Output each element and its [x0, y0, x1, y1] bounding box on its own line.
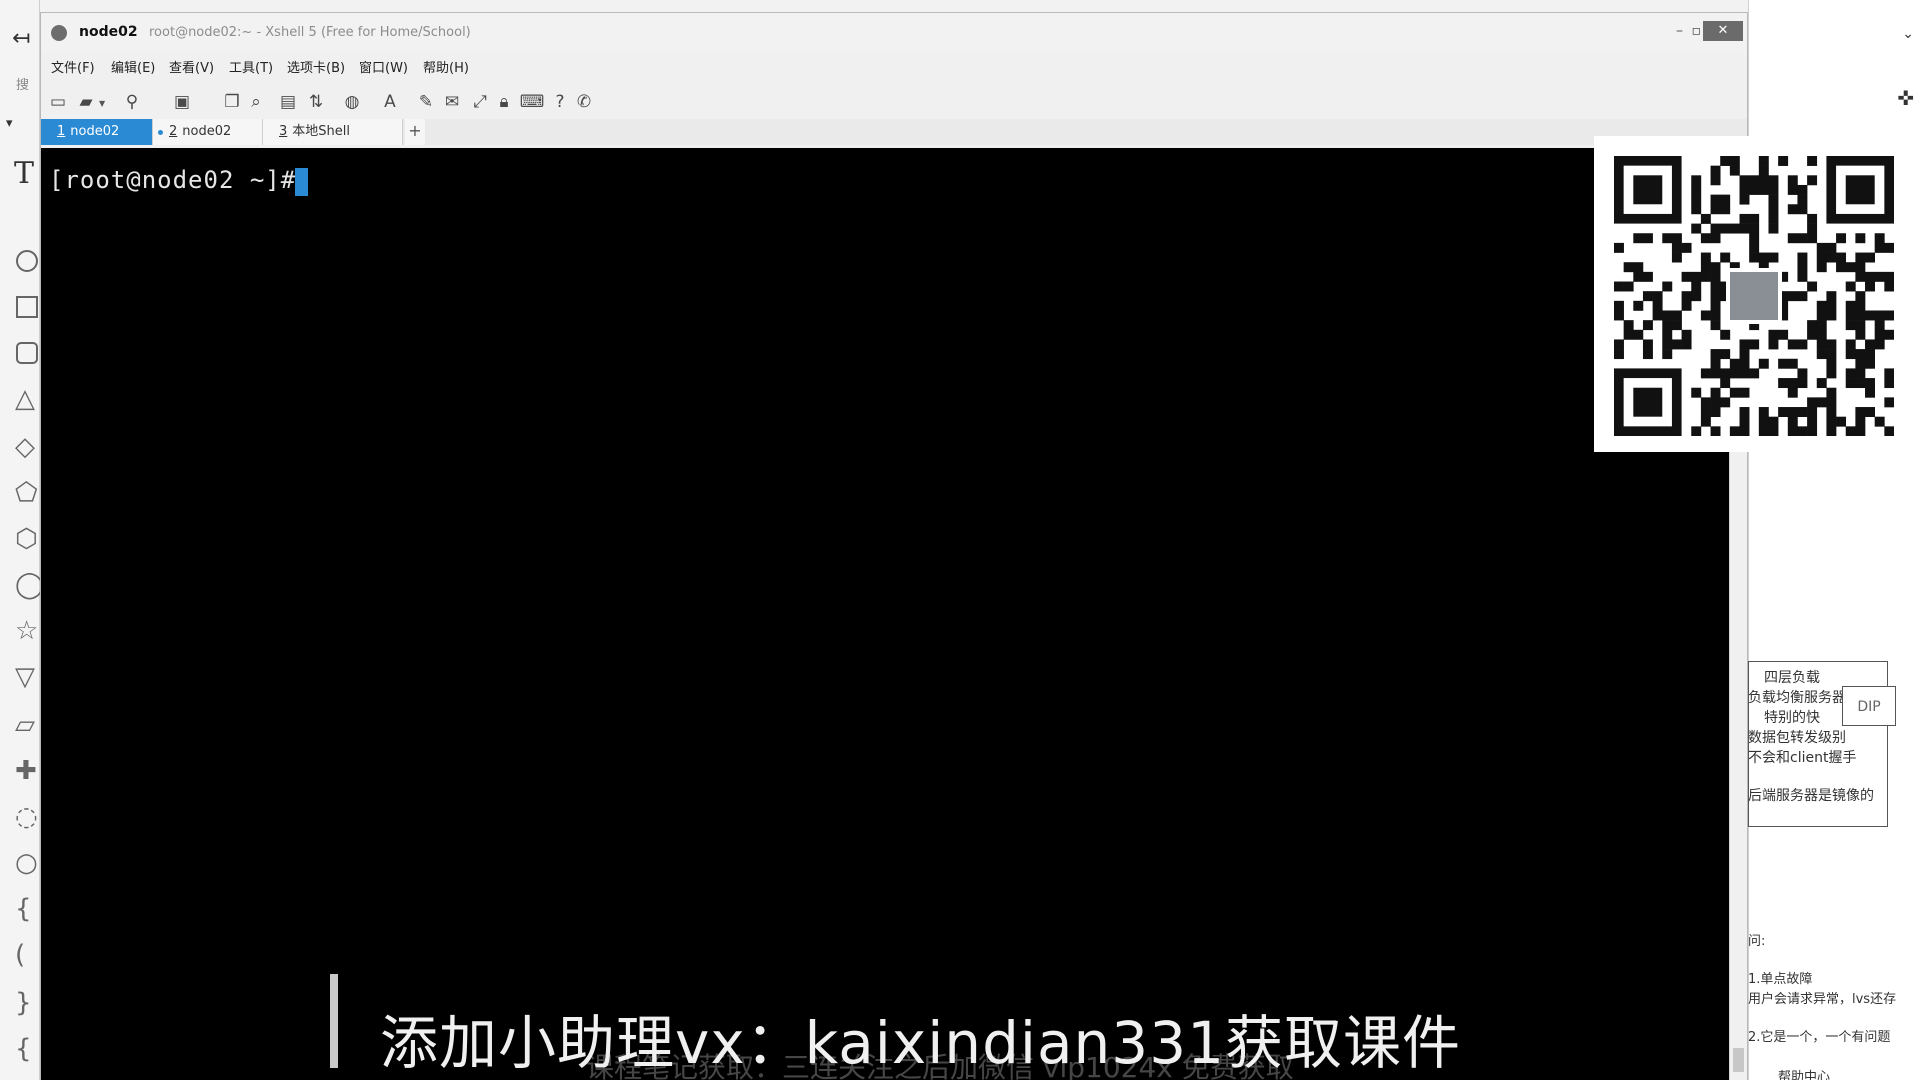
open-folder-icon[interactable]: ▰	[75, 91, 97, 113]
fullscreen-icon[interactable]: ⤢	[469, 91, 491, 113]
cross-shape-icon[interactable]: ✚	[15, 758, 37, 784]
text-tool-icon[interactable]: T	[14, 156, 34, 191]
qr-code-overlay	[1594, 136, 1920, 452]
tab-node02-1[interactable]: 1 node02	[41, 119, 153, 145]
tab-number: 3	[279, 124, 288, 139]
diamond-shape-icon[interactable]: ◇	[15, 434, 35, 460]
title-bar[interactable]: node02 root@node02:~ - Xshell 5 (Free fo…	[41, 13, 1747, 53]
copy-icon[interactable]: ❐	[221, 91, 243, 113]
transfer-icon[interactable]: ⇅	[305, 91, 327, 113]
tab-node02-2[interactable]: 2 node02	[153, 119, 263, 145]
tab-label: node02	[70, 124, 120, 139]
menu-file[interactable]: 文件(F)	[51, 57, 95, 76]
callout-shape-icon[interactable]: ○	[15, 850, 38, 876]
side-note-line: 2.它是一个，一个有问题	[1748, 1030, 1891, 1045]
tab-number: 1	[57, 124, 66, 139]
triangle-shape-icon[interactable]: △	[15, 386, 35, 412]
new-session-icon[interactable]: ▭	[47, 91, 69, 113]
restore-button[interactable]: ▫	[1692, 23, 1702, 39]
tab-label: 本地Shell	[292, 124, 350, 139]
minimize-button[interactable]: –	[1676, 23, 1683, 39]
side-note-line: 1.单点故障	[1748, 972, 1813, 987]
menu-tools[interactable]: 工具(T)	[229, 57, 273, 76]
node-line: 数据包转发级别	[1748, 730, 1846, 746]
node-line: 后端服务器是镜像的	[1748, 788, 1874, 804]
move-cross-icon[interactable]: ✜	[1897, 86, 1914, 110]
properties-icon[interactable]: ▣	[171, 91, 193, 113]
xshell-app-icon	[51, 25, 67, 41]
menu-edit[interactable]: 编辑(E)	[111, 57, 155, 76]
lock-icon[interactable]: 🔒︎	[493, 91, 515, 113]
help-center-link[interactable]: 帮助中心	[1778, 1066, 1830, 1080]
menu-view[interactable]: 查看(V)	[169, 57, 214, 76]
window-subtitle: root@node02:~ - Xshell 5 (Free for Home/…	[149, 25, 471, 40]
window-title: node02	[79, 24, 138, 40]
terminal-cursor	[295, 168, 308, 196]
menu-window[interactable]: 窗口(W)	[359, 57, 408, 76]
hexagon-shape-icon[interactable]: ⬡	[15, 526, 38, 552]
keyboard-icon[interactable]: ⌨	[520, 91, 545, 113]
pentagon-shape-icon[interactable]: ⬠	[15, 480, 38, 506]
toolbar: ▭ ▰ ▼ ⚲ ▣ ❐ ⌕ ▤ ⇅ ◍ A ✎ ✉ ⤢ 🔒︎ ⌨ ? ✆	[41, 85, 1747, 119]
search-icon[interactable]: 搜	[16, 74, 29, 93]
dropdown-arrow-icon[interactable]: ▼	[99, 99, 105, 108]
menu-tab[interactable]: 选项卡(B)	[287, 57, 345, 76]
subtitle-main: 添加小助理vx：kaixindian331获取课件	[380, 1009, 1462, 1077]
scrollbar-thumb[interactable]	[1733, 1048, 1744, 1072]
node-line: 四层负载	[1764, 670, 1820, 686]
rectangle-shape-icon[interactable]	[16, 296, 38, 318]
chat-icon[interactable]: ✆	[573, 91, 595, 113]
left-brace-shape-icon[interactable]: {	[15, 896, 32, 922]
side-note-line: 问:	[1748, 934, 1766, 949]
brace-pair-shape-icon[interactable]: {	[15, 1036, 32, 1062]
font-icon[interactable]: A	[379, 91, 401, 113]
script-icon[interactable]: ✎	[415, 91, 437, 113]
node-line: 不会和client握手	[1748, 750, 1857, 766]
find-icon[interactable]: ⌕	[245, 91, 267, 113]
menu-help[interactable]: 帮助(H)	[423, 57, 469, 76]
rounded-rectangle-shape-icon[interactable]	[16, 342, 38, 364]
compose-icon[interactable]: ✉	[441, 91, 463, 113]
circle-shape-icon[interactable]	[16, 250, 38, 272]
star-shape-icon[interactable]: ☆	[15, 618, 38, 644]
menu-bar: 文件(F) 编辑(E) 查看(V) 工具(T) 选项卡(B) 窗口(W) 帮助(…	[41, 53, 1747, 79]
collapse-arrow-icon[interactable]: ▾	[6, 116, 13, 131]
chevron-down-icon[interactable]: ⌄	[1902, 26, 1914, 42]
xshell-window: node02 root@node02:~ - Xshell 5 (Free fo…	[40, 12, 1748, 1080]
right-brace-shape-icon[interactable]: }	[15, 990, 32, 1016]
print-icon[interactable]: ▤	[277, 91, 299, 113]
mindmap-node-dip[interactable]: DIP	[1842, 686, 1896, 726]
tab-number: 2	[169, 124, 178, 139]
session-tab-bar: 1 node02 2 node02 3 本地Shell +	[41, 119, 1747, 145]
terminal-area[interactable]: [root@node02 ~]#	[41, 148, 1729, 1080]
globe-icon[interactable]: ◍	[341, 91, 363, 113]
session-status-dot-icon	[158, 130, 163, 135]
qr-code-icon	[1614, 156, 1894, 436]
node-line: 负载均衡服务器	[1748, 690, 1846, 706]
close-button[interactable]: ✕	[1703, 21, 1743, 41]
node-line: 特别的快	[1764, 710, 1820, 726]
side-note-line: 用户会请求异常，lvs还存	[1748, 992, 1897, 1007]
subtitle-bar	[330, 974, 338, 1068]
cloud-shape-icon[interactable]: ◌	[15, 804, 38, 830]
left-bracket-shape-icon[interactable]: (	[15, 942, 25, 968]
inverted-triangle-shape-icon[interactable]: ▽	[15, 664, 35, 690]
tab-label: node02	[182, 124, 232, 139]
back-arrow-icon[interactable]: ↤	[12, 26, 30, 51]
parallelogram-shape-icon[interactable]: ▱	[15, 712, 35, 738]
help-icon[interactable]: ?	[549, 91, 571, 113]
connect-icon[interactable]: ⚲	[121, 91, 143, 113]
add-tab-button[interactable]: +	[405, 119, 425, 145]
tab-local-shell[interactable]: 3 本地Shell	[263, 119, 403, 145]
shell-prompt: [root@node02 ~]#	[49, 166, 297, 194]
shape-library-strip: ↤ 搜 ▾ T △ ◇ ⬠ ⬡ ◯ ☆ ▽ ▱ ✚ ◌ ○ { ( } {	[0, 0, 44, 1080]
